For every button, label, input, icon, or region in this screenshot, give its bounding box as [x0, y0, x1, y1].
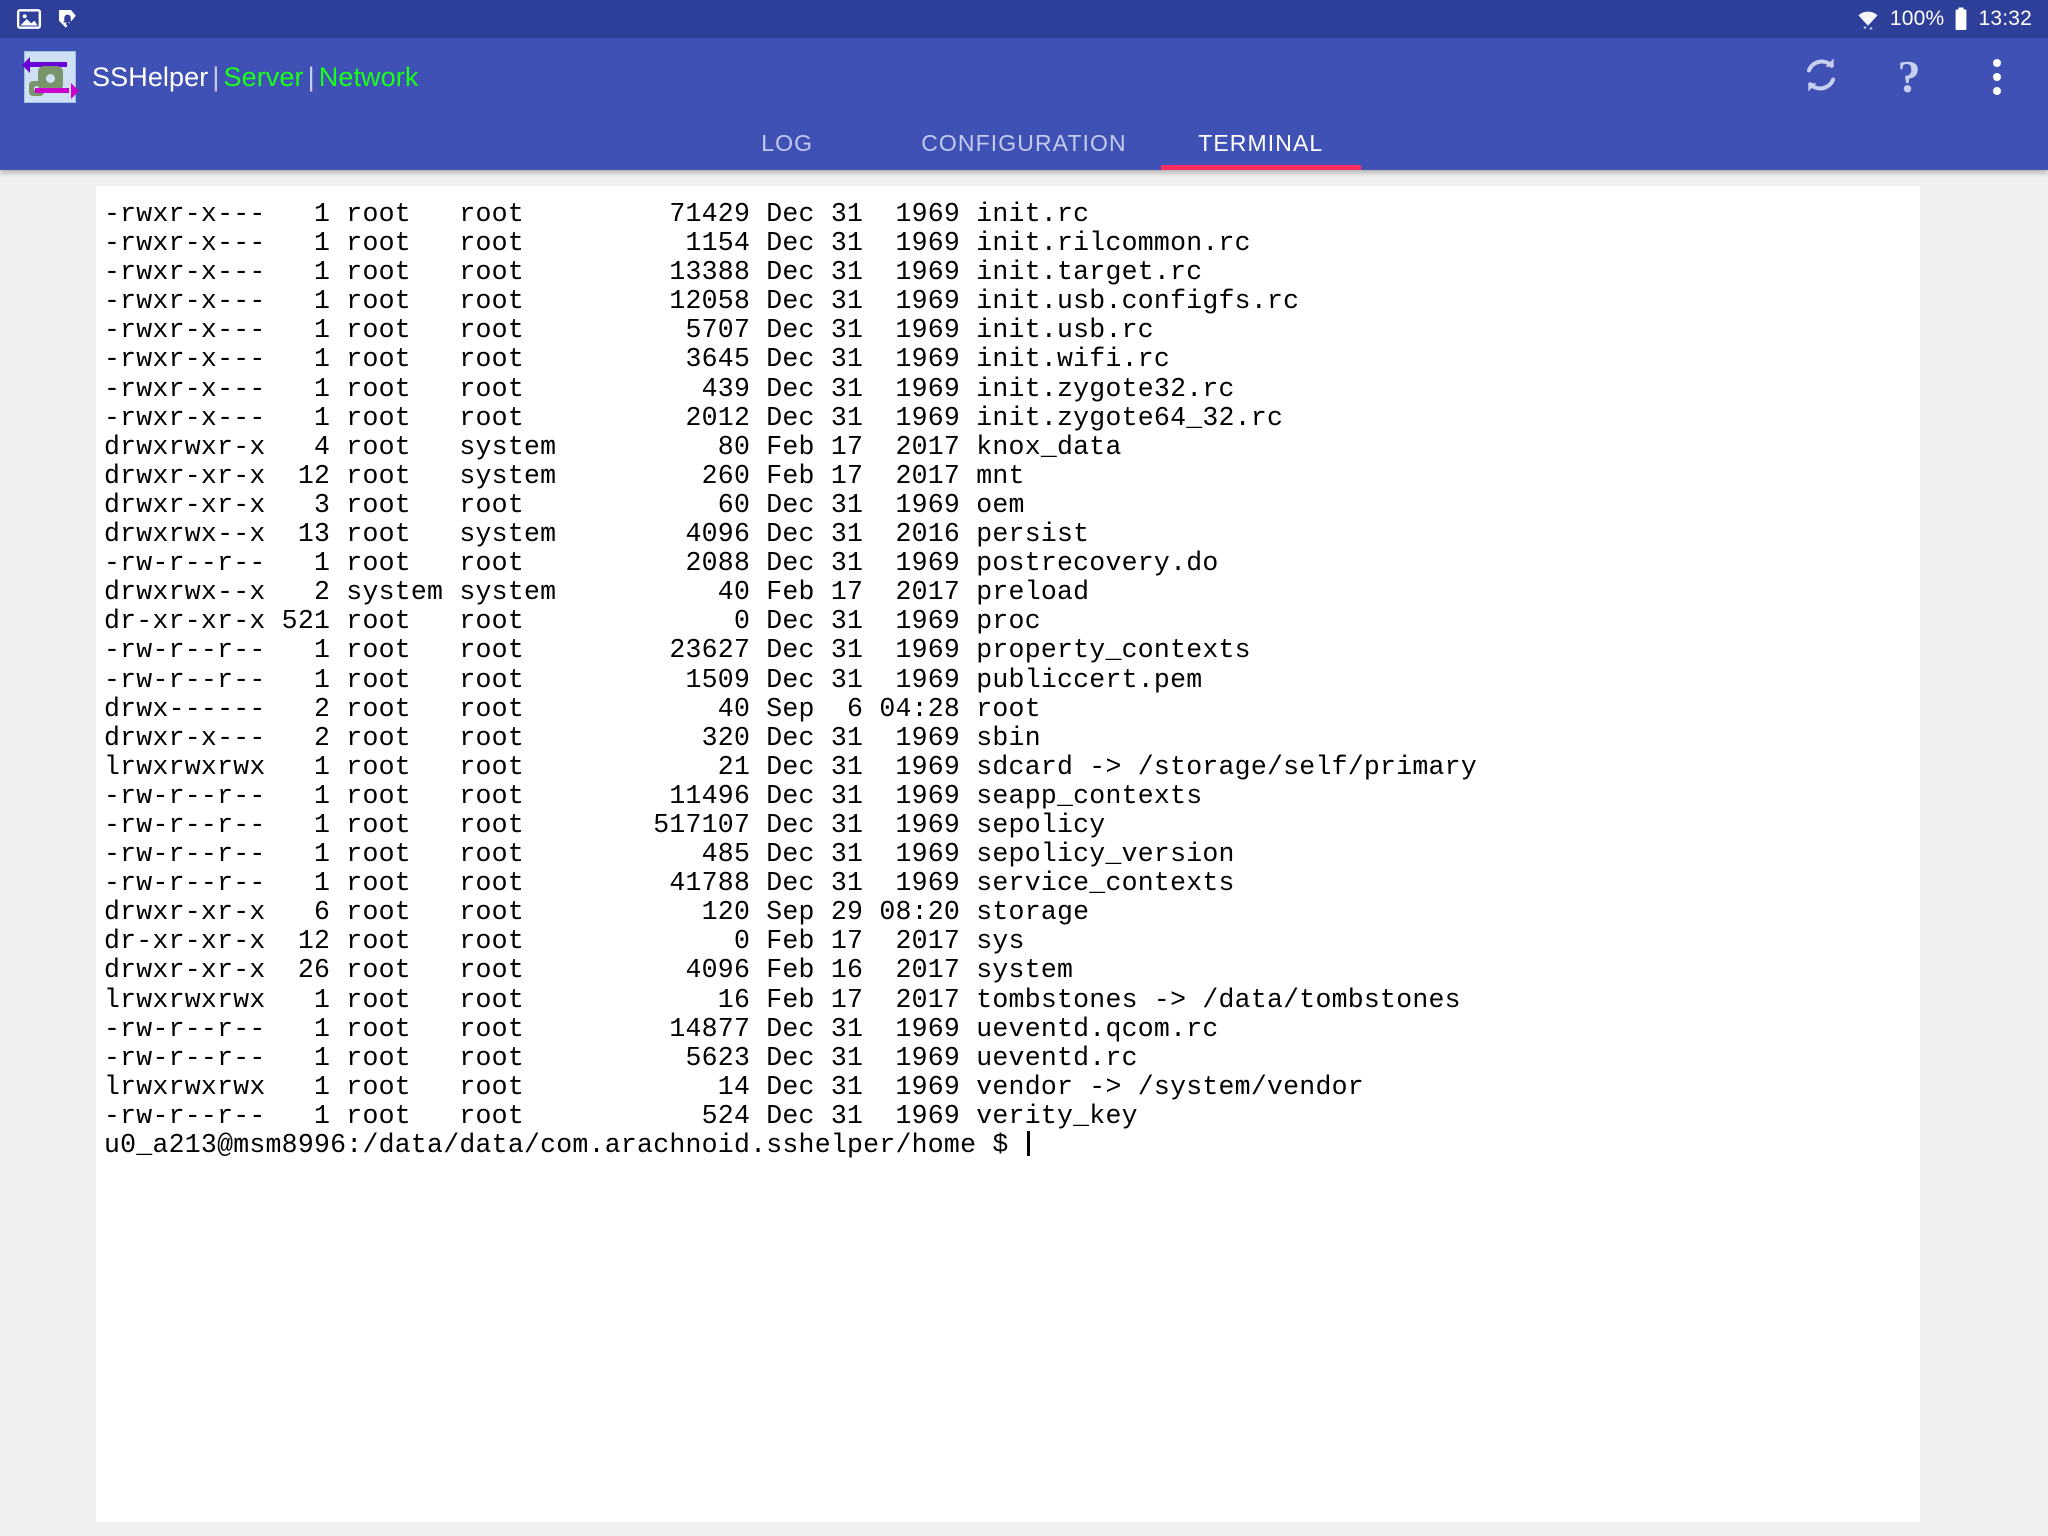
terminal-line: dr-xr-xr-x 12 root root 0 Feb 17 2017 sy…: [104, 926, 1025, 957]
terminal-output[interactable]: -rwxr-x--- 1 root root 71429 Dec 31 1969…: [96, 186, 1920, 1522]
kebab-menu-icon: [1993, 59, 2001, 95]
title-separator-2: |: [307, 61, 315, 92]
app-title-network: Network: [318, 61, 419, 92]
sshelper-logo-icon: [22, 51, 79, 103]
terminal-line: -rwxr-x--- 1 root root 13388 Dec 31 1969…: [104, 257, 1203, 288]
image-icon: [16, 6, 42, 32]
terminal-line: -rw-r--r-- 1 root root 23627 Dec 31 1969…: [104, 635, 1251, 666]
notification-bell-icon: [54, 6, 80, 32]
terminal-line: drwxr-xr-x 6 root root 120 Sep 29 08:20 …: [104, 897, 1090, 928]
terminal-line: -rw-r--r-- 1 root root 14877 Dec 31 1969…: [104, 1013, 1219, 1044]
terminal-line: -rw-r--r-- 1 root root 517107 Dec 31 196…: [104, 809, 1106, 840]
terminal-line: -rwxr-x--- 1 root root 439 Dec 31 1969 i…: [104, 373, 1235, 404]
terminal-cursor: [1026, 1131, 1030, 1156]
terminal-line: -rw-r--r-- 1 root root 524 Dec 31 1969 v…: [104, 1100, 1138, 1131]
status-bar-right-icons: 100% 13:32: [1855, 6, 2032, 32]
terminal-line: -rw-r--r-- 1 root root 41788 Dec 31 1969…: [104, 868, 1235, 899]
battery-full-icon: [1953, 6, 1969, 32]
tab-log-label: LOG: [761, 129, 814, 156]
terminal-line: -rwxr-x--- 1 root root 2012 Dec 31 1969 …: [104, 402, 1284, 433]
tab-log[interactable]: LOG: [687, 116, 887, 170]
tab-terminal-label: TERMINAL: [1198, 129, 1324, 156]
terminal-prompt-text: u0_a213@msm8996:/data/data/com.arachnoid…: [104, 1130, 1025, 1160]
wifi-icon: [1855, 6, 1881, 32]
content-area: -rwxr-x--- 1 root root 71429 Dec 31 1969…: [0, 170, 2048, 1536]
terminal-line: -rwxr-x--- 1 root root 5707 Dec 31 1969 …: [104, 315, 1154, 346]
refresh-button[interactable]: [1798, 54, 1844, 100]
terminal-line: dr-xr-xr-x 521 root root 0 Dec 31 1969 p…: [104, 606, 1041, 637]
terminal-prompt-line[interactable]: u0_a213@msm8996:/data/data/com.arachnoid…: [104, 1130, 1920, 1160]
terminal-line: drwxr-x--- 2 root root 320 Dec 31 1969 s…: [104, 722, 1041, 753]
android-status-bar: 100% 13:32: [0, 0, 2048, 38]
terminal-line: -rwxr-x--- 1 root root 3645 Dec 31 1969 …: [104, 344, 1171, 375]
terminal-line: lrwxrwxrwx 1 root root 14 Dec 31 1969 ve…: [104, 1071, 1364, 1102]
terminal-line: -rwxr-x--- 1 root root 12058 Dec 31 1969…: [104, 286, 1300, 317]
terminal-line: -rw-r--r-- 1 root root 1509 Dec 31 1969 …: [104, 664, 1203, 695]
sync-refresh-icon: [1798, 52, 1844, 103]
battery-percent-label: 100%: [1889, 7, 1945, 30]
terminal-line: -rw-r--r-- 1 root root 485 Dec 31 1969 s…: [104, 839, 1235, 870]
app-title-server: Server: [223, 61, 304, 92]
terminal-line: drwxrwx--x 13 root system 4096 Dec 31 20…: [104, 519, 1090, 550]
terminal-line: lrwxrwxrwx 1 root root 21 Dec 31 1969 sd…: [104, 751, 1477, 782]
terminal-line: -rw-r--r-- 1 root root 5623 Dec 31 1969 …: [104, 1042, 1138, 1073]
question-mark-icon: ?: [1897, 51, 1921, 102]
title-separator-1: |: [212, 61, 220, 92]
terminal-line: drwxrwxr-x 4 root system 80 Feb 17 2017 …: [104, 431, 1122, 462]
terminal-line: -rwxr-x--- 1 root root 71429 Dec 31 1969…: [104, 199, 1090, 229]
terminal-line: drwxr-xr-x 26 root root 4096 Feb 16 2017…: [104, 955, 1074, 986]
terminal-line: drwx------ 2 root root 40 Sep 6 04:28 ro…: [104, 693, 1041, 724]
status-bar-left-icons: [16, 6, 80, 32]
app-bar-actions: ?: [1798, 54, 2026, 100]
terminal-line: drwxrwx--x 2 system system 40 Feb 17 201…: [104, 577, 1090, 608]
tab-bar: LOG CONFIGURATION TERMINAL: [0, 116, 2048, 170]
terminal-line: -rwxr-x--- 1 root root 1154 Dec 31 1969 …: [104, 228, 1251, 259]
terminal-line: -rw-r--r-- 1 root root 2088 Dec 31 1969 …: [104, 548, 1219, 579]
overflow-menu-button[interactable]: [1974, 54, 2020, 100]
tab-configuration-label: CONFIGURATION: [921, 129, 1127, 156]
terminal-line: drwxr-xr-x 3 root root 60 Dec 31 1969 oe…: [104, 489, 1025, 520]
terminal-line: drwxr-xr-x 12 root system 260 Feb 17 201…: [104, 460, 1025, 491]
app-bar: SSHelper | Server | Network ?: [0, 38, 2048, 116]
tab-terminal[interactable]: TERMINAL: [1160, 116, 1361, 170]
terminal-line: lrwxrwxrwx 1 root root 16 Feb 17 2017 to…: [104, 984, 1461, 1015]
app-title: SSHelper | Server | Network: [92, 62, 418, 93]
app-brand: SSHelper | Server | Network: [22, 51, 418, 103]
status-bar-clock: 13:32: [1978, 7, 2032, 30]
terminal-line: -rw-r--r-- 1 root root 11496 Dec 31 1969…: [104, 780, 1203, 811]
app-title-name: SSHelper: [92, 61, 209, 92]
help-button[interactable]: ?: [1886, 54, 1932, 100]
tab-configuration[interactable]: CONFIGURATION: [887, 116, 1161, 170]
